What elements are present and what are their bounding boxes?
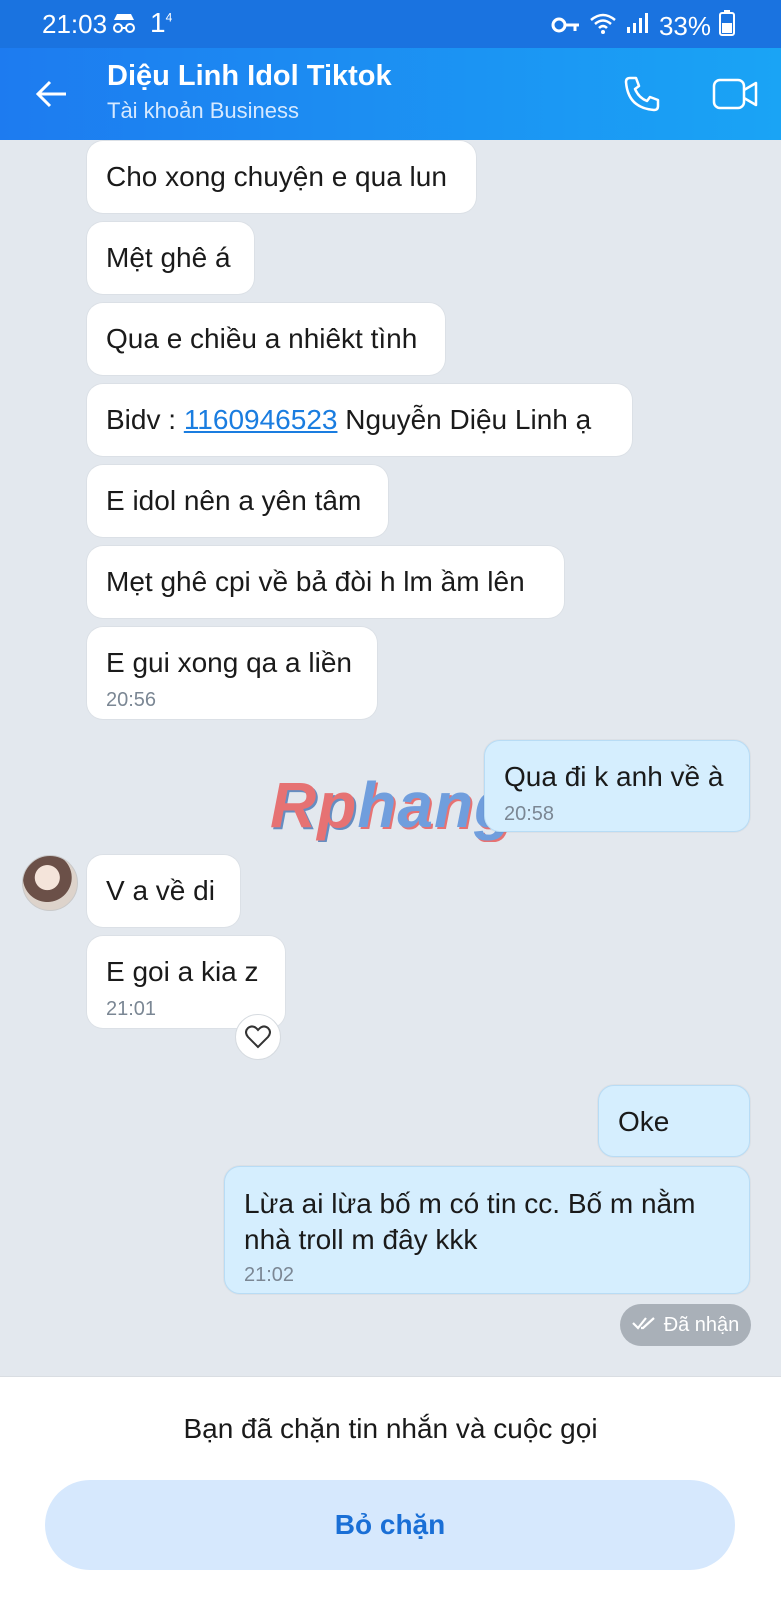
network-indicator: 14 xyxy=(150,7,173,38)
received-status-badge: Đã nhận xyxy=(620,1304,751,1346)
message-bubble[interactable]: Bidv : 1160946523 Nguyễn Diệu Linh ạ xyxy=(87,384,632,456)
message-text: Mệt ghê á xyxy=(106,242,231,273)
message-bubble-sent[interactable]: Qua đi k anh về à 20:58 xyxy=(484,740,750,832)
signal-icon xyxy=(625,11,651,42)
message-prefix: Bidv : xyxy=(106,404,184,435)
message-bubble[interactable]: V a về di xyxy=(87,855,240,927)
message-text-line: nhà troll m đây kkk xyxy=(244,1224,478,1255)
status-bar: 21:03 14 33% xyxy=(0,0,781,48)
contact-subtitle: Tài khoản Business xyxy=(107,98,299,123)
vpn-key-icon xyxy=(551,11,581,42)
message-text: E goi a kia z xyxy=(106,956,259,987)
heart-react-icon[interactable] xyxy=(235,1014,281,1060)
watermark-logo: Rphang xyxy=(270,769,515,841)
battery-percent: 33% xyxy=(658,11,711,41)
message-bubble-sent[interactable]: Oke xyxy=(598,1085,750,1157)
message-text: Qua e chiều a nhiêkt tình xyxy=(106,323,418,354)
unblock-button[interactable]: Bỏ chặn xyxy=(45,1480,735,1570)
message-bubble-sent[interactable]: Lừa ai lừa bố m có tin cc. Bố m nằm nhà … xyxy=(224,1166,750,1294)
message-text: V a về di xyxy=(106,875,215,906)
message-bubble[interactable]: E idol nên a yên tâm xyxy=(87,465,388,537)
message-bubble[interactable]: Cho xong chuyện e qua lun xyxy=(87,141,476,213)
received-label: Đã nhận xyxy=(663,1313,740,1336)
video-call-icon[interactable] xyxy=(712,76,758,117)
blocked-notice: Bạn đã chặn tin nhắn và cuộc gọi xyxy=(183,1413,598,1444)
message-bubble[interactable]: Mệt ghê á xyxy=(87,222,254,294)
message-text: E idol nên a yên tâm xyxy=(106,485,362,516)
double-check-icon xyxy=(631,1314,656,1337)
incognito-icon xyxy=(110,8,138,43)
contact-avatar[interactable] xyxy=(22,855,78,911)
message-text: Bidv : 1160946523 Nguyễn Diệu Linh ạ xyxy=(106,404,591,436)
message-bubble[interactable]: E gui xong qa a liền 20:56 xyxy=(87,627,377,719)
blocked-panel: Bạn đã chặn tin nhắn và cuộc gọi Bỏ chặn xyxy=(0,1376,781,1601)
message-time: 20:58 xyxy=(504,803,555,825)
account-number-link[interactable]: 1160946523 xyxy=(184,404,338,435)
message-time: 21:02 xyxy=(244,1264,295,1286)
message-time: 21:01 xyxy=(106,998,157,1020)
battery-icon xyxy=(719,10,735,43)
phone-call-icon[interactable] xyxy=(622,74,662,119)
message-text: E gui xong qa a liền xyxy=(106,647,352,678)
message-text: Oke xyxy=(618,1106,670,1137)
contact-name[interactable]: Diệu Linh Idol Tiktok xyxy=(107,60,392,93)
message-text: Qua đi k anh về à xyxy=(504,761,724,792)
status-time: 21:03 xyxy=(42,9,108,39)
message-bubble[interactable]: Qua e chiều a nhiêkt tình xyxy=(87,303,445,375)
message-time: 20:56 xyxy=(106,689,157,711)
chat-header: Diệu Linh Idol Tiktok Tài khoản Business xyxy=(0,48,781,140)
back-arrow-icon[interactable] xyxy=(34,76,70,117)
message-text-line: Lừa ai lừa bố m có tin cc. Bố m nằm xyxy=(244,1188,696,1219)
message-text: Cho xong chuyện e qua lun xyxy=(106,161,447,192)
message-bubble[interactable]: Mẹt ghê cpi về bả đòi h lm ầm lên xyxy=(87,546,564,618)
message-text: Mẹt ghê cpi về bả đòi h lm ầm lên xyxy=(106,566,525,597)
message-suffix: Nguyễn Diệu Linh ạ xyxy=(337,404,592,435)
wifi-icon xyxy=(589,11,617,42)
